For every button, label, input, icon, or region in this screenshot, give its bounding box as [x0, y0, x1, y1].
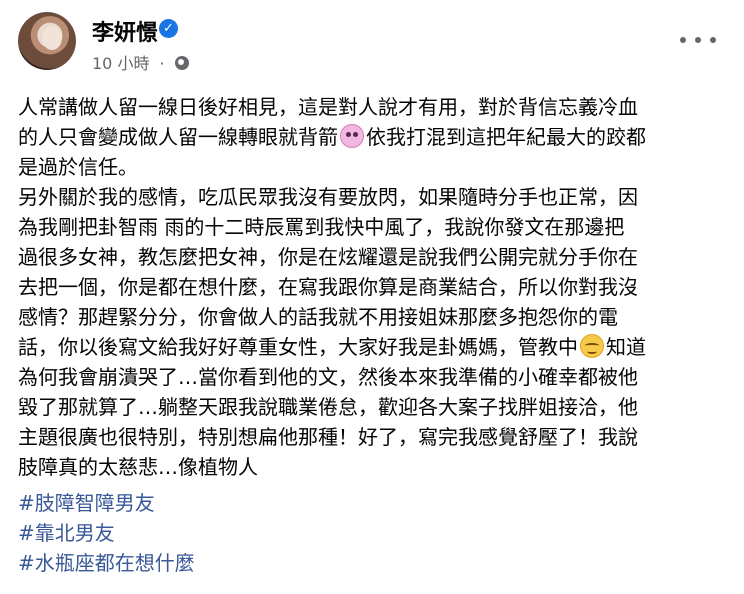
post-line: 主題很廣也很特別，特別想扁他那種！好了，寫完我感覺舒壓了！我說: [18, 425, 638, 449]
post-line: 另外關於我的感情，吃瓜民眾我沒有要放閃，如果隨時分手也正常，因: [18, 185, 638, 209]
post-line-text: 的人只會變成做人留一線轉眼就背箭: [18, 125, 338, 149]
post-line-text: 話，你以後寫文給我好好尊重女性，大家好我是卦媽媽，管教中: [18, 335, 578, 359]
post-line: 去把一個，你是都在想什麼，在寫我跟你算是商業結合，所以你對我沒: [18, 275, 638, 299]
more-dot: [680, 37, 686, 43]
meta-separator: ·: [159, 54, 165, 73]
post-line-text: 依我打混到這把年紀最大的跤都: [366, 125, 646, 149]
post-line: 毀了那就算了…躺整天跟我說職業倦怠，歡迎各大案子找胖姐接洽，他: [18, 395, 638, 419]
post-line: 的人只會變成做人留一線轉眼就背箭 依我打混到這把年紀最大的跤都: [18, 122, 722, 152]
post-line: 為我剛把卦智雨 雨的十二時辰罵到我快中風了，我說你發文在那邊把: [18, 215, 625, 239]
post-body: 人常講做人留一線日後好相見，這是對人說才有用，對於背信忘義冷血 的人只會變成做人…: [18, 92, 722, 482]
facebook-post: 李妍憬 ✓ 10 小時 · 人常講做人留一線日後好相見，這是對人說才有用，對於背…: [0, 0, 744, 594]
sick-face-emoji: [340, 124, 364, 148]
post-line: 為何我會崩潰哭了…當你看到他的文，然後本來我準備的小確幸都被他: [18, 365, 638, 389]
hashtag-list: #肢障智障男友 #靠北男友 #水瓶座都在想什麼: [18, 488, 195, 578]
post-meta: 10 小時 ·: [92, 50, 189, 73]
post-line: 肢障真的太慈悲…像植物人: [18, 455, 258, 479]
verified-badge-icon: ✓: [159, 19, 178, 38]
more-options-icon[interactable]: [680, 30, 716, 50]
post-time[interactable]: 10 小時: [92, 54, 149, 73]
hashtag-link[interactable]: #肢障智障男友: [18, 488, 195, 518]
globe-icon[interactable]: [174, 56, 189, 70]
avatar-face: [42, 26, 62, 50]
relieved-face-emoji: [580, 334, 604, 358]
post-line-text: 知道: [606, 335, 646, 359]
post-line: 感情？那趕緊分分，你會做人的話我就不用接姐妹那麼多抱怨你的電: [18, 305, 618, 329]
more-dot: [695, 37, 701, 43]
hashtag-link[interactable]: #靠北男友: [18, 518, 195, 548]
post-line: 是過於信任。: [18, 155, 138, 179]
post-line: 過很多女神，教怎麼把女神，你是在炫耀還是說我們公開完就分手你在: [18, 245, 638, 269]
post-line: 話，你以後寫文給我好好尊重女性，大家好我是卦媽媽，管教中 知道: [18, 332, 722, 362]
hashtag-link[interactable]: #水瓶座都在想什麼: [18, 548, 195, 578]
author-avatar[interactable]: [18, 12, 76, 70]
post-line: 人常講做人留一線日後好相見，這是對人說才有用，對於背信忘義冷血: [18, 95, 638, 119]
author-name[interactable]: 李妍憬: [92, 15, 158, 47]
more-dot: [710, 37, 716, 43]
